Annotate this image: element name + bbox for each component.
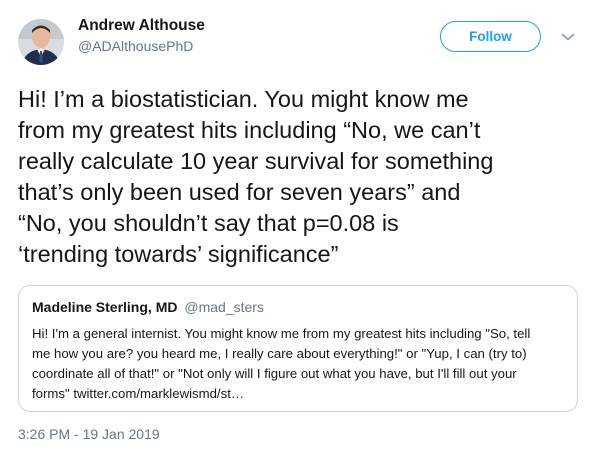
quoted-text-line: coordinate all of that!" or "Not only wi…: [32, 366, 517, 381]
tweet-card: Andrew Althouse @ADAlthousePhD Follow Hi…: [0, 0, 599, 453]
tweet-text-line: really calculate 10 year survival for so…: [18, 148, 494, 174]
author-names: Andrew Althouse @ADAlthousePhD: [78, 16, 205, 56]
tweet-text: Hi! I’m a biostatistician. You might kno…: [18, 84, 588, 270]
chevron-down-icon: [561, 33, 575, 41]
tweet-text-line: “No, you shouldn’t say that p=0.08 is: [18, 210, 399, 236]
quoted-text-line: forms" twitter.com/marklewismd/st…: [32, 386, 245, 401]
quoted-text-line: me how you are? you heard me, I really c…: [32, 346, 527, 361]
tweet-text-line: ‘trending towards’ significance”: [18, 241, 339, 267]
tweet-text-line: Hi! I’m a biostatistician. You might kno…: [18, 86, 469, 112]
quoted-tweet-header: Madeline Sterling, MD @mad_sters: [32, 298, 565, 316]
quoted-tweet[interactable]: Madeline Sterling, MD @mad_sters Hi! I'm…: [18, 285, 578, 412]
quoted-author-handle: @mad_sters: [184, 299, 264, 315]
quoted-tweet-text: Hi! I'm a general internist. You might k…: [32, 324, 565, 404]
tweet-text-line: from my greatest hits including “No, we …: [18, 117, 481, 143]
avatar-image: [18, 19, 64, 65]
follow-button[interactable]: Follow: [440, 21, 541, 52]
more-menu-button[interactable]: [560, 29, 576, 45]
author-handle[interactable]: @ADAlthousePhD: [78, 38, 205, 56]
avatar[interactable]: [18, 19, 64, 65]
quoted-author-name: Madeline Sterling, MD: [32, 299, 178, 315]
tweet-text-line: that’s only been used for seven years” a…: [18, 179, 461, 205]
author-display-name[interactable]: Andrew Althouse: [78, 16, 205, 35]
tweet-timestamp[interactable]: 3:26 PM - 19 Jan 2019: [18, 426, 160, 442]
quoted-text-line: Hi! I'm a general internist. You might k…: [32, 326, 531, 341]
